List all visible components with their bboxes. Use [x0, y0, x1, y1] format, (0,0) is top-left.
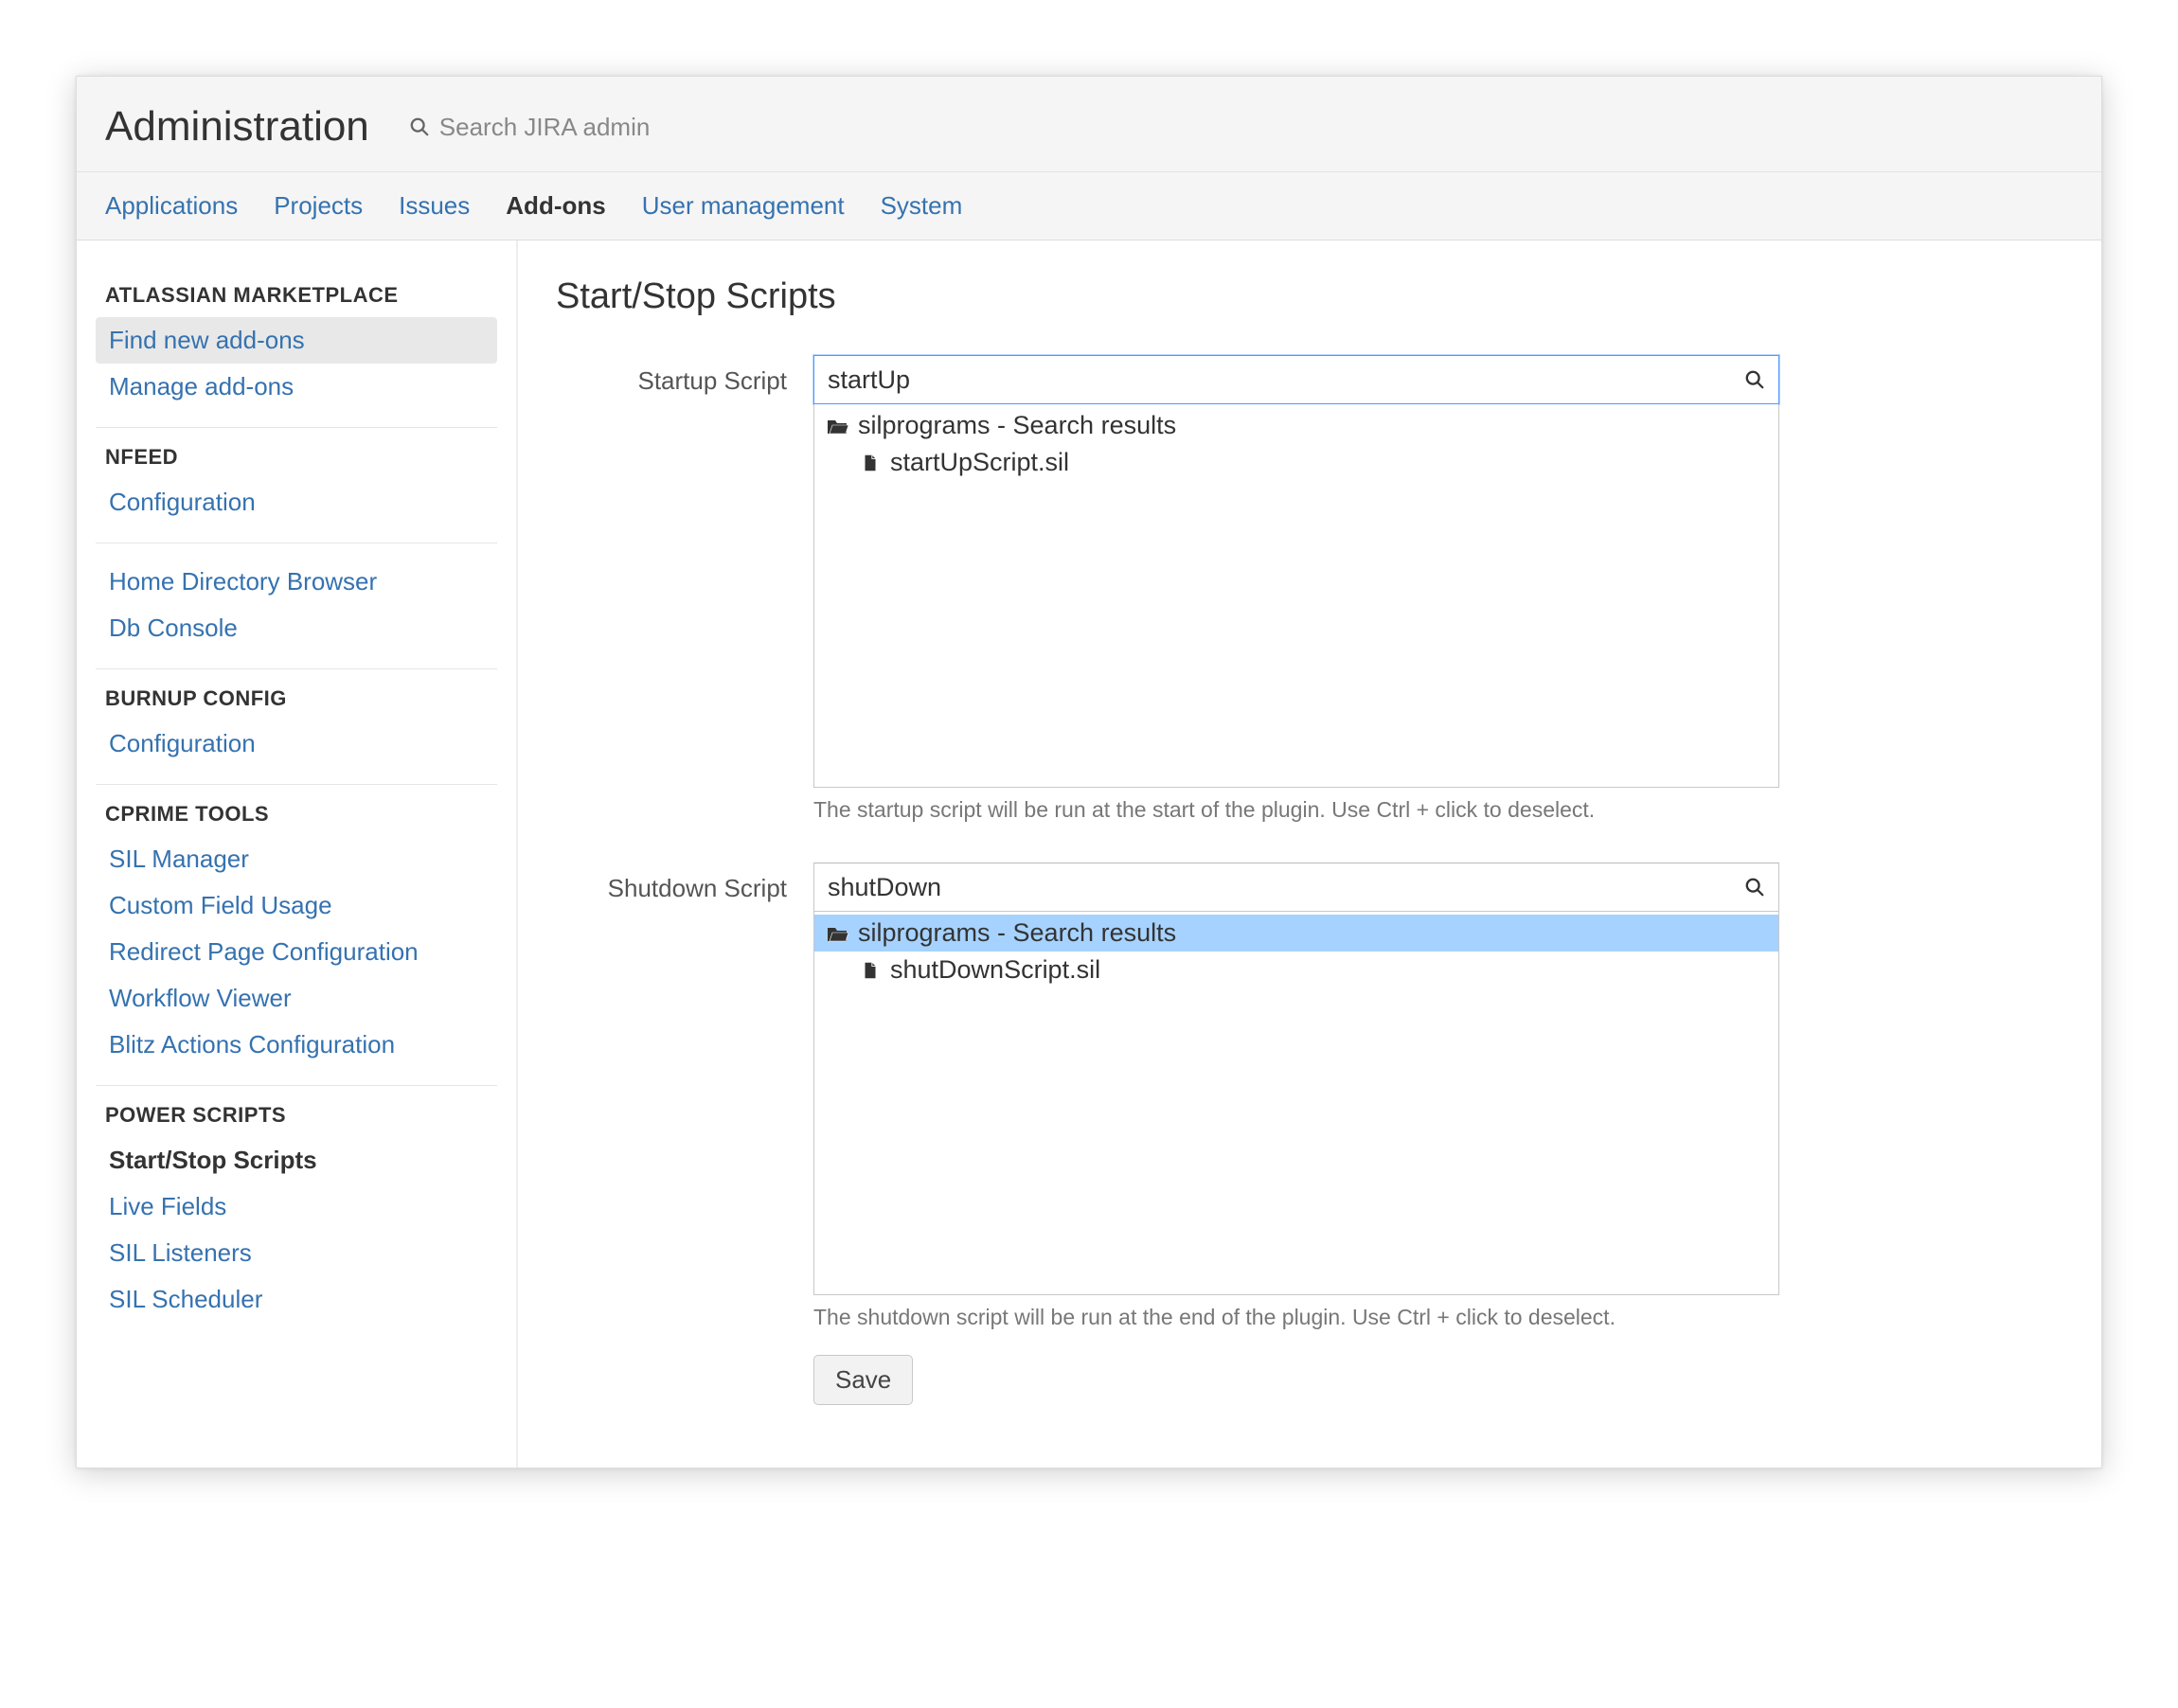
sidebar-item-db-console[interactable]: Db Console — [96, 605, 497, 651]
nav-tab-system[interactable]: System — [881, 172, 963, 240]
sidebar-item-sil-manager[interactable]: SIL Manager — [96, 836, 497, 882]
nav-tab-projects[interactable]: Projects — [274, 172, 363, 240]
sidebar-heading: NFEED — [96, 427, 497, 479]
file-icon — [860, 453, 881, 473]
tree-file-label: startUpScript.sil — [890, 448, 1069, 477]
shutdown-help-text: The shutdown script will be run at the e… — [813, 1305, 1779, 1330]
sidebar-item-sil-scheduler[interactable]: SIL Scheduler — [96, 1276, 497, 1323]
page-header-title: Administration — [105, 103, 369, 151]
sidebar-item-blitz-actions-configuration[interactable]: Blitz Actions Configuration — [96, 1022, 497, 1068]
nav-tab-issues[interactable]: Issues — [399, 172, 470, 240]
shutdown-script-row: Shutdown Script silprograms - — [556, 863, 2054, 1405]
tree-folder-label: silprograms - Search results — [858, 918, 1176, 948]
tree-file-row[interactable]: shutDownScript.sil — [814, 952, 1778, 988]
tree-folder-label: silprograms - Search results — [858, 411, 1176, 440]
nav-tab-add-ons[interactable]: Add-ons — [506, 172, 605, 240]
sidebar-heading: ATLASSIAN MARKETPLACE — [96, 274, 497, 317]
save-button[interactable]: Save — [813, 1355, 913, 1405]
tree-folder-row[interactable]: silprograms - Search results — [814, 915, 1778, 952]
sidebar-item-live-fields[interactable]: Live Fields — [96, 1183, 497, 1230]
sidebar-item-home-directory-browser[interactable]: Home Directory Browser — [96, 559, 497, 605]
startup-script-row: Startup Script silprograms - S — [556, 355, 2054, 847]
sidebar: ATLASSIAN MARKETPLACEFind new add-onsMan… — [77, 240, 518, 1468]
sidebar-item-workflow-viewer[interactable]: Workflow Viewer — [96, 975, 497, 1022]
sidebar-item-custom-field-usage[interactable]: Custom Field Usage — [96, 882, 497, 929]
tree-file-label: shutDownScript.sil — [890, 955, 1100, 985]
startup-script-label: Startup Script — [556, 355, 813, 396]
sidebar-item-configuration[interactable]: Configuration — [96, 479, 497, 525]
admin-header: Administration Search JIRA admin — [77, 77, 2101, 171]
shutdown-script-input[interactable] — [828, 873, 1744, 902]
startup-script-input[interactable] — [828, 365, 1744, 395]
sidebar-item-find-new-add-ons[interactable]: Find new add-ons — [96, 317, 497, 364]
folder-open-icon — [826, 922, 848, 945]
nav-tab-user-management[interactable]: User management — [642, 172, 845, 240]
search-icon[interactable] — [1744, 877, 1765, 898]
startup-help-text: The startup script will be run at the st… — [813, 797, 1779, 823]
shutdown-script-tree: silprograms - Search results shutDownScr… — [813, 912, 1779, 1295]
startup-script-input-wrap[interactable] — [813, 355, 1779, 404]
sidebar-item-redirect-page-configuration[interactable]: Redirect Page Configuration — [96, 929, 497, 975]
search-icon — [409, 116, 430, 137]
admin-search-placeholder: Search JIRA admin — [439, 113, 651, 142]
nav-tab-applications[interactable]: Applications — [105, 172, 238, 240]
folder-open-icon — [826, 415, 848, 437]
main-content: Start/Stop Scripts Startup Script — [518, 240, 2101, 1468]
sidebar-item-sil-listeners[interactable]: SIL Listeners — [96, 1230, 497, 1276]
sidebar-item-manage-add-ons[interactable]: Manage add-ons — [96, 364, 497, 410]
admin-search[interactable]: Search JIRA admin — [409, 113, 651, 142]
page-title: Start/Stop Scripts — [556, 276, 2054, 317]
search-icon[interactable] — [1744, 369, 1765, 390]
sidebar-heading: POWER SCRIPTS — [96, 1085, 497, 1137]
sidebar-heading: CPRIME TOOLS — [96, 784, 497, 836]
startup-script-tree: silprograms - Search results startUpScri… — [813, 404, 1779, 788]
admin-page: Administration Search JIRA admin Applica… — [76, 76, 2102, 1468]
file-icon — [860, 960, 881, 981]
shutdown-script-label: Shutdown Script — [556, 863, 813, 903]
tree-folder-row[interactable]: silprograms - Search results — [814, 407, 1778, 444]
sidebar-item-configuration[interactable]: Configuration — [96, 721, 497, 767]
sidebar-item-start-stop-scripts[interactable]: Start/Stop Scripts — [96, 1137, 497, 1183]
tree-file-row[interactable]: startUpScript.sil — [814, 444, 1778, 481]
sidebar-heading: BURNUP CONFIG — [96, 668, 497, 721]
admin-nav: Applications Projects Issues Add-ons User ma… — [77, 171, 2101, 240]
shutdown-script-input-wrap[interactable] — [813, 863, 1779, 912]
